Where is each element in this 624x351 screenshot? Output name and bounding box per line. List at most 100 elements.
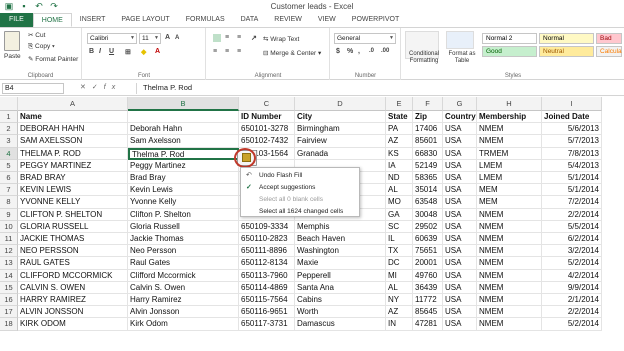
cell-b12[interactable]: Neo Persson <box>128 245 239 258</box>
paste-icon[interactable] <box>4 31 20 51</box>
comma-icon[interactable]: , <box>358 48 360 55</box>
cell-c15[interactable]: 650114-4869 <box>239 281 295 294</box>
cell-a13[interactable]: RAUL GATES <box>18 257 128 270</box>
column-header-d[interactable]: D <box>295 97 386 111</box>
cell-g2[interactable]: USA <box>443 123 477 136</box>
cell-i8[interactable]: 7/2/2014 <box>542 196 602 209</box>
formula-input[interactable]: Thelma P. Rod <box>136 83 620 94</box>
row-header[interactable]: 4 <box>0 147 18 160</box>
cell-h5[interactable]: LMEM <box>477 159 542 172</box>
cell-d16[interactable]: Cabins <box>295 294 386 307</box>
cell-f16[interactable]: 11772 <box>413 294 443 307</box>
select-all-corner[interactable] <box>0 97 18 111</box>
cell-g6[interactable]: USA <box>443 172 477 185</box>
row-header[interactable]: 16 <box>0 294 18 307</box>
row-header[interactable]: 11 <box>0 233 18 246</box>
cell-a11[interactable]: JACKIE THOMAS <box>18 233 128 246</box>
orientation-icon[interactable]: ↗ <box>251 34 257 42</box>
row-header[interactable]: 6 <box>0 172 18 185</box>
fill-color-icon[interactable]: ◆ <box>141 48 146 56</box>
cell-e14[interactable]: MI <box>386 269 413 282</box>
cell-i14[interactable]: 4/2/2014 <box>542 269 602 282</box>
align-middle-icon[interactable]: ≡ <box>225 34 229 41</box>
cell-g11[interactable]: USA <box>443 233 477 246</box>
currency-icon[interactable]: $ <box>336 48 340 55</box>
cell-f12[interactable]: 75651 <box>413 245 443 258</box>
enter-icon[interactable]: ✓ <box>92 84 104 91</box>
cell-f7[interactable]: 35014 <box>413 184 443 197</box>
cell-d4[interactable]: Granada <box>295 147 386 160</box>
cell-i16[interactable]: 2/1/2014 <box>542 294 602 307</box>
cell-a6[interactable]: BRAD BRAY <box>18 172 128 185</box>
cell-d17[interactable]: Worth <box>295 306 386 319</box>
cell-g10[interactable]: USA <box>443 220 477 233</box>
cell-i13[interactable]: 5/2/2014 <box>542 257 602 270</box>
tab-view[interactable]: VIEW <box>310 13 344 27</box>
cell-h12[interactable]: NMEM <box>477 245 542 258</box>
cell-i4[interactable]: 7/8/2013 <box>542 147 602 160</box>
decrease-decimal-icon[interactable]: .00 <box>381 48 389 54</box>
flash-fill-menu-item[interactable]: ✓ Accept suggestions <box>241 182 359 193</box>
cell-h15[interactable]: NMEM <box>477 281 542 294</box>
cell-c18[interactable]: 650117-3731 <box>239 318 295 331</box>
cell-e5[interactable]: IA <box>386 159 413 172</box>
cell-g18[interactable]: USA <box>443 318 477 331</box>
format-as-table-button[interactable]: Format as Table <box>446 51 478 65</box>
column-header-e[interactable]: E <box>386 97 413 111</box>
cell-style-good[interactable]: Good <box>482 46 537 57</box>
cell-c17[interactable]: 650116-9651 <box>239 306 295 319</box>
cut-button[interactable]: ✂ Cut <box>28 31 45 39</box>
cell-b14[interactable]: Clifford Mccormick <box>128 269 239 282</box>
cell-style-calcula[interactable]: Calcula <box>596 46 622 57</box>
column-header-b[interactable]: B <box>128 97 239 111</box>
row-header[interactable]: 14 <box>0 269 18 282</box>
cell-f10[interactable]: 29502 <box>413 220 443 233</box>
cell-h11[interactable]: NMEM <box>477 233 542 246</box>
cell-h14[interactable]: NMEM <box>477 269 542 282</box>
cell-d13[interactable]: Maxie <box>295 257 386 270</box>
cell-style-neutral[interactable]: Neutral <box>539 46 594 57</box>
cell-b9[interactable]: Clifton P. Shelton <box>128 208 239 221</box>
cell-f18[interactable]: 47281 <box>413 318 443 331</box>
cell-b18[interactable]: Kirk Odom <box>128 318 239 331</box>
wrap-text-button[interactable]: ⇆ Wrap Text <box>263 35 299 43</box>
cell-g15[interactable]: USA <box>443 281 477 294</box>
cell-i6[interactable]: 5/1/2014 <box>542 172 602 185</box>
cell-h8[interactable]: MEM <box>477 196 542 209</box>
tab-formulas[interactable]: FORMULAS <box>178 13 233 27</box>
percent-icon[interactable]: % <box>347 48 353 55</box>
cell-d3[interactable]: Fairview <box>295 135 386 148</box>
cell-i2[interactable]: 5/6/2013 <box>542 123 602 136</box>
cell-b6[interactable]: Brad Bray <box>128 172 239 185</box>
cell-a2[interactable]: DEBORAH HAHN <box>18 123 128 136</box>
row-header[interactable]: 8 <box>0 196 18 209</box>
borders-icon[interactable]: ⊞ <box>125 48 131 56</box>
cell-a9[interactable]: CLIFTON P. SHELTON <box>18 208 128 221</box>
merge-center-button[interactable]: ⊟ Merge & Center ▾ <box>263 49 321 57</box>
cell-b1[interactable] <box>128 111 239 124</box>
cell-b3[interactable]: Sam Axelsson <box>128 135 239 148</box>
cell-style-normal[interactable]: Normal <box>539 33 594 44</box>
column-header-h[interactable]: H <box>477 97 542 111</box>
cell-e16[interactable]: NY <box>386 294 413 307</box>
cell-e10[interactable]: SC <box>386 220 413 233</box>
cell-h9[interactable]: NMEM <box>477 208 542 221</box>
cell-f14[interactable]: 49760 <box>413 269 443 282</box>
cell-e3[interactable]: AZ <box>386 135 413 148</box>
number-format-dropdown[interactable]: General ▼ <box>334 33 396 44</box>
cell-g14[interactable]: USA <box>443 269 477 282</box>
cell-c1[interactable]: ID Number <box>239 111 295 124</box>
cell-i5[interactable]: 5/4/2013 <box>542 159 602 172</box>
name-box[interactable]: B4 <box>2 83 64 94</box>
cell-e7[interactable]: AL <box>386 184 413 197</box>
tab-powerpivot[interactable]: POWERPIVOT <box>344 13 407 27</box>
font-size-dropdown[interactable]: 11 ▼ <box>139 33 161 44</box>
grow-font-icon[interactable]: A <box>165 34 170 41</box>
cell-d11[interactable]: Beach Haven <box>295 233 386 246</box>
row-header[interactable]: 18 <box>0 318 18 331</box>
cell-b11[interactable]: Jackie Thomas <box>128 233 239 246</box>
cell-f1[interactable]: Zip <box>413 111 443 124</box>
cell-c16[interactable]: 650115-7564 <box>239 294 295 307</box>
cell-c13[interactable]: 650112-8134 <box>239 257 295 270</box>
cell-b16[interactable]: Harry Ramirez <box>128 294 239 307</box>
